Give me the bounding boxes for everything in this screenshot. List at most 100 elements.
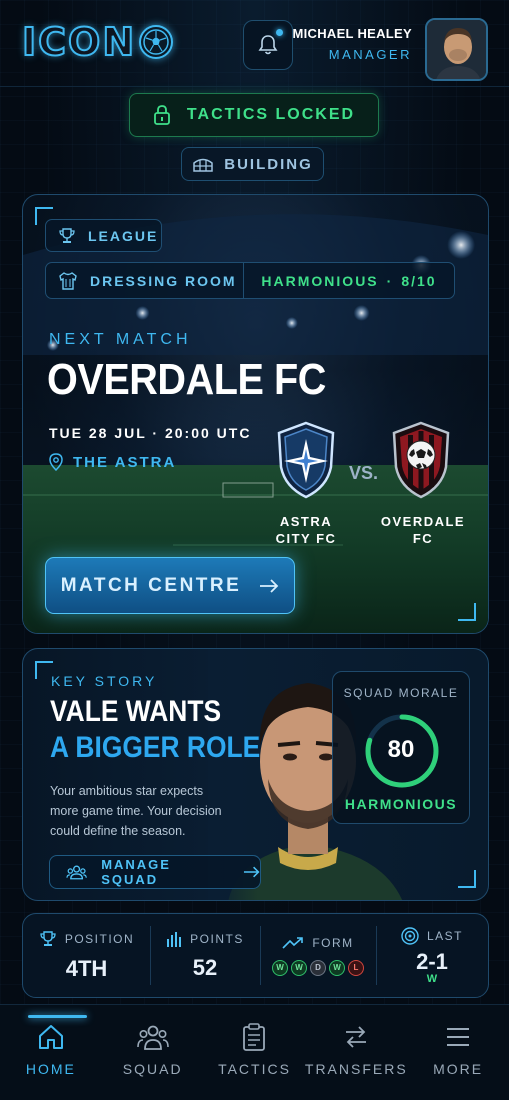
football-icon [139,25,174,59]
competition-tag[interactable]: LEAGUE [45,219,162,252]
building-badge[interactable]: BUILDING [181,147,324,181]
clipboard-icon [243,1023,266,1051]
form-result-2: W [291,959,307,976]
building-label: BUILDING [224,155,313,173]
squad-icon [136,1025,169,1050]
last-score: 2-1 [416,948,448,974]
notification-dot [276,29,283,36]
notifications-button[interactable] [243,20,293,70]
nav-label-squad: SQUAD [122,1061,183,1077]
avatar[interactable] [425,18,488,81]
trophy-icon [59,227,75,243]
away-team-name: OVERDALE FC [368,513,478,547]
form-result-5: L [348,959,364,976]
stat-last-result[interactable]: LAST 2-1 W [376,914,488,997]
stadium-icon [193,158,213,172]
away-team-line1: OVERDALE [380,514,466,529]
trophy-icon [40,930,56,946]
tactics-locked-badge[interactable]: TACTICS LOCKED [129,93,379,137]
points-value: 52 [192,954,218,980]
user-role: MANAGER [328,47,412,62]
nav-item-home[interactable]: HOME [0,1005,102,1100]
stat-position[interactable]: POSITION 4TH [23,914,150,997]
season-stats-bar: POSITION 4TH POINTS 52 FORM WWDWL LAST 2… [22,913,489,998]
home-icon [38,1025,63,1049]
nav-item-transfers[interactable]: TRANSFERS [305,1005,407,1100]
match-centre-button[interactable]: MATCH CENTRE [45,557,295,614]
frame-corner [458,603,476,621]
jersey-icon [59,271,77,290]
stat-points[interactable]: POINTS 52 [150,914,260,997]
separator-dot: · [386,272,394,289]
dressing-room-bar[interactable]: DRESSING ROOM HARMONIOUS · 8/10 [45,262,455,299]
form-result-4: W [329,959,345,976]
venue-label: THE ASTRA [73,453,177,471]
transfer-arrows-icon [346,1026,367,1048]
arrow-right-icon [260,578,279,593]
story-body: Your ambitious star expects more game ti… [50,784,222,838]
trend-up-icon [282,936,304,949]
dressing-room-label: DRESSING ROOM [90,272,237,289]
form-label: FORM [312,935,354,950]
form-results: WWDWL [272,959,364,976]
manage-squad-button[interactable]: MANAGE SQUAD [49,855,261,889]
story-headline-line2: A BIGGER ROLE [50,731,261,764]
home-team-crest-icon[interactable] [275,421,337,499]
next-match-label: NEXT MATCH [49,331,192,348]
dressing-room-score: 8/10 [401,272,437,289]
versus-label: VS. [349,463,379,483]
header-divider [0,86,509,87]
position-label: POSITION [64,931,135,946]
points-label: POINTS [190,931,244,946]
frame-corner [458,870,476,888]
nav-label-more: MORE [433,1061,484,1077]
group-icon [66,865,87,880]
opponent-title: OVERDALE FC [47,355,326,404]
position-value: 4TH [65,955,108,981]
active-tab-indicator [28,1015,87,1018]
app-logo[interactable]: ICON [21,19,174,65]
menu-icon [447,1028,470,1046]
nav-item-tactics[interactable]: TACTICS [204,1005,306,1100]
last-result: W [426,972,438,985]
away-team-line2: FC [412,531,434,546]
last-label: LAST [426,928,463,943]
story-headline-line1: VALE WANTS [50,695,222,728]
form-result-1: W [272,959,288,976]
top-header: ICON MICHAEL HEALEY MANAGER [0,0,509,86]
nav-label-tactics: TACTICS [218,1061,291,1077]
nav-label-home: HOME [25,1061,76,1077]
stat-form[interactable]: FORM WWDWL [260,914,376,997]
logo-text: ICON [21,19,137,65]
squad-morale-value: 80 [387,736,415,763]
home-team-name: ASTRA CITY FC [251,513,361,547]
match-datetime: TUE 28 JUL · 20:00 UTC [49,425,252,441]
venue: THE ASTRA [49,453,176,471]
form-result-3: D [310,959,326,976]
competition-label: LEAGUE [88,227,159,244]
lock-icon [154,105,170,125]
squad-morale-label: SQUAD MORALE [343,686,459,700]
bottom-navigation: HOME SQUAD TACTICS TRANSFERS MORE [0,1004,509,1100]
nav-item-squad[interactable]: SQUAD [102,1005,204,1100]
arrow-right-icon [243,866,260,878]
nav-item-more[interactable]: MORE [407,1005,509,1100]
match-centre-label: MATCH CENTRE [60,574,242,596]
home-team-line2: CITY FC [275,531,337,546]
target-icon [401,926,419,945]
user-name: MICHAEL HEALEY [292,26,412,41]
bell-icon [258,35,278,55]
squad-morale-status: HARMONIOUS [344,796,458,812]
home-team-line1: ASTRA [279,514,333,529]
bar-chart-icon [167,931,182,947]
key-story-card: KEY STORY VALE WANTS A BIGGER ROLE Your … [22,648,489,901]
dressing-room-status: HARMONIOUS [261,272,379,289]
key-story-label: KEY STORY [51,673,158,689]
next-match-card: LEAGUE DRESSING ROOM HARMONIOUS · 8/10 N… [22,194,489,634]
tactics-locked-label: TACTICS LOCKED [186,106,356,123]
squad-morale-panel[interactable]: SQUAD MORALE 80 HARMONIOUS [332,671,470,824]
nav-label-transfers: TRANSFERS [304,1061,408,1077]
manage-squad-label: MANAGE SQUAD [101,857,171,887]
location-pin-icon [49,453,63,471]
away-team-crest-icon[interactable] [390,421,452,499]
